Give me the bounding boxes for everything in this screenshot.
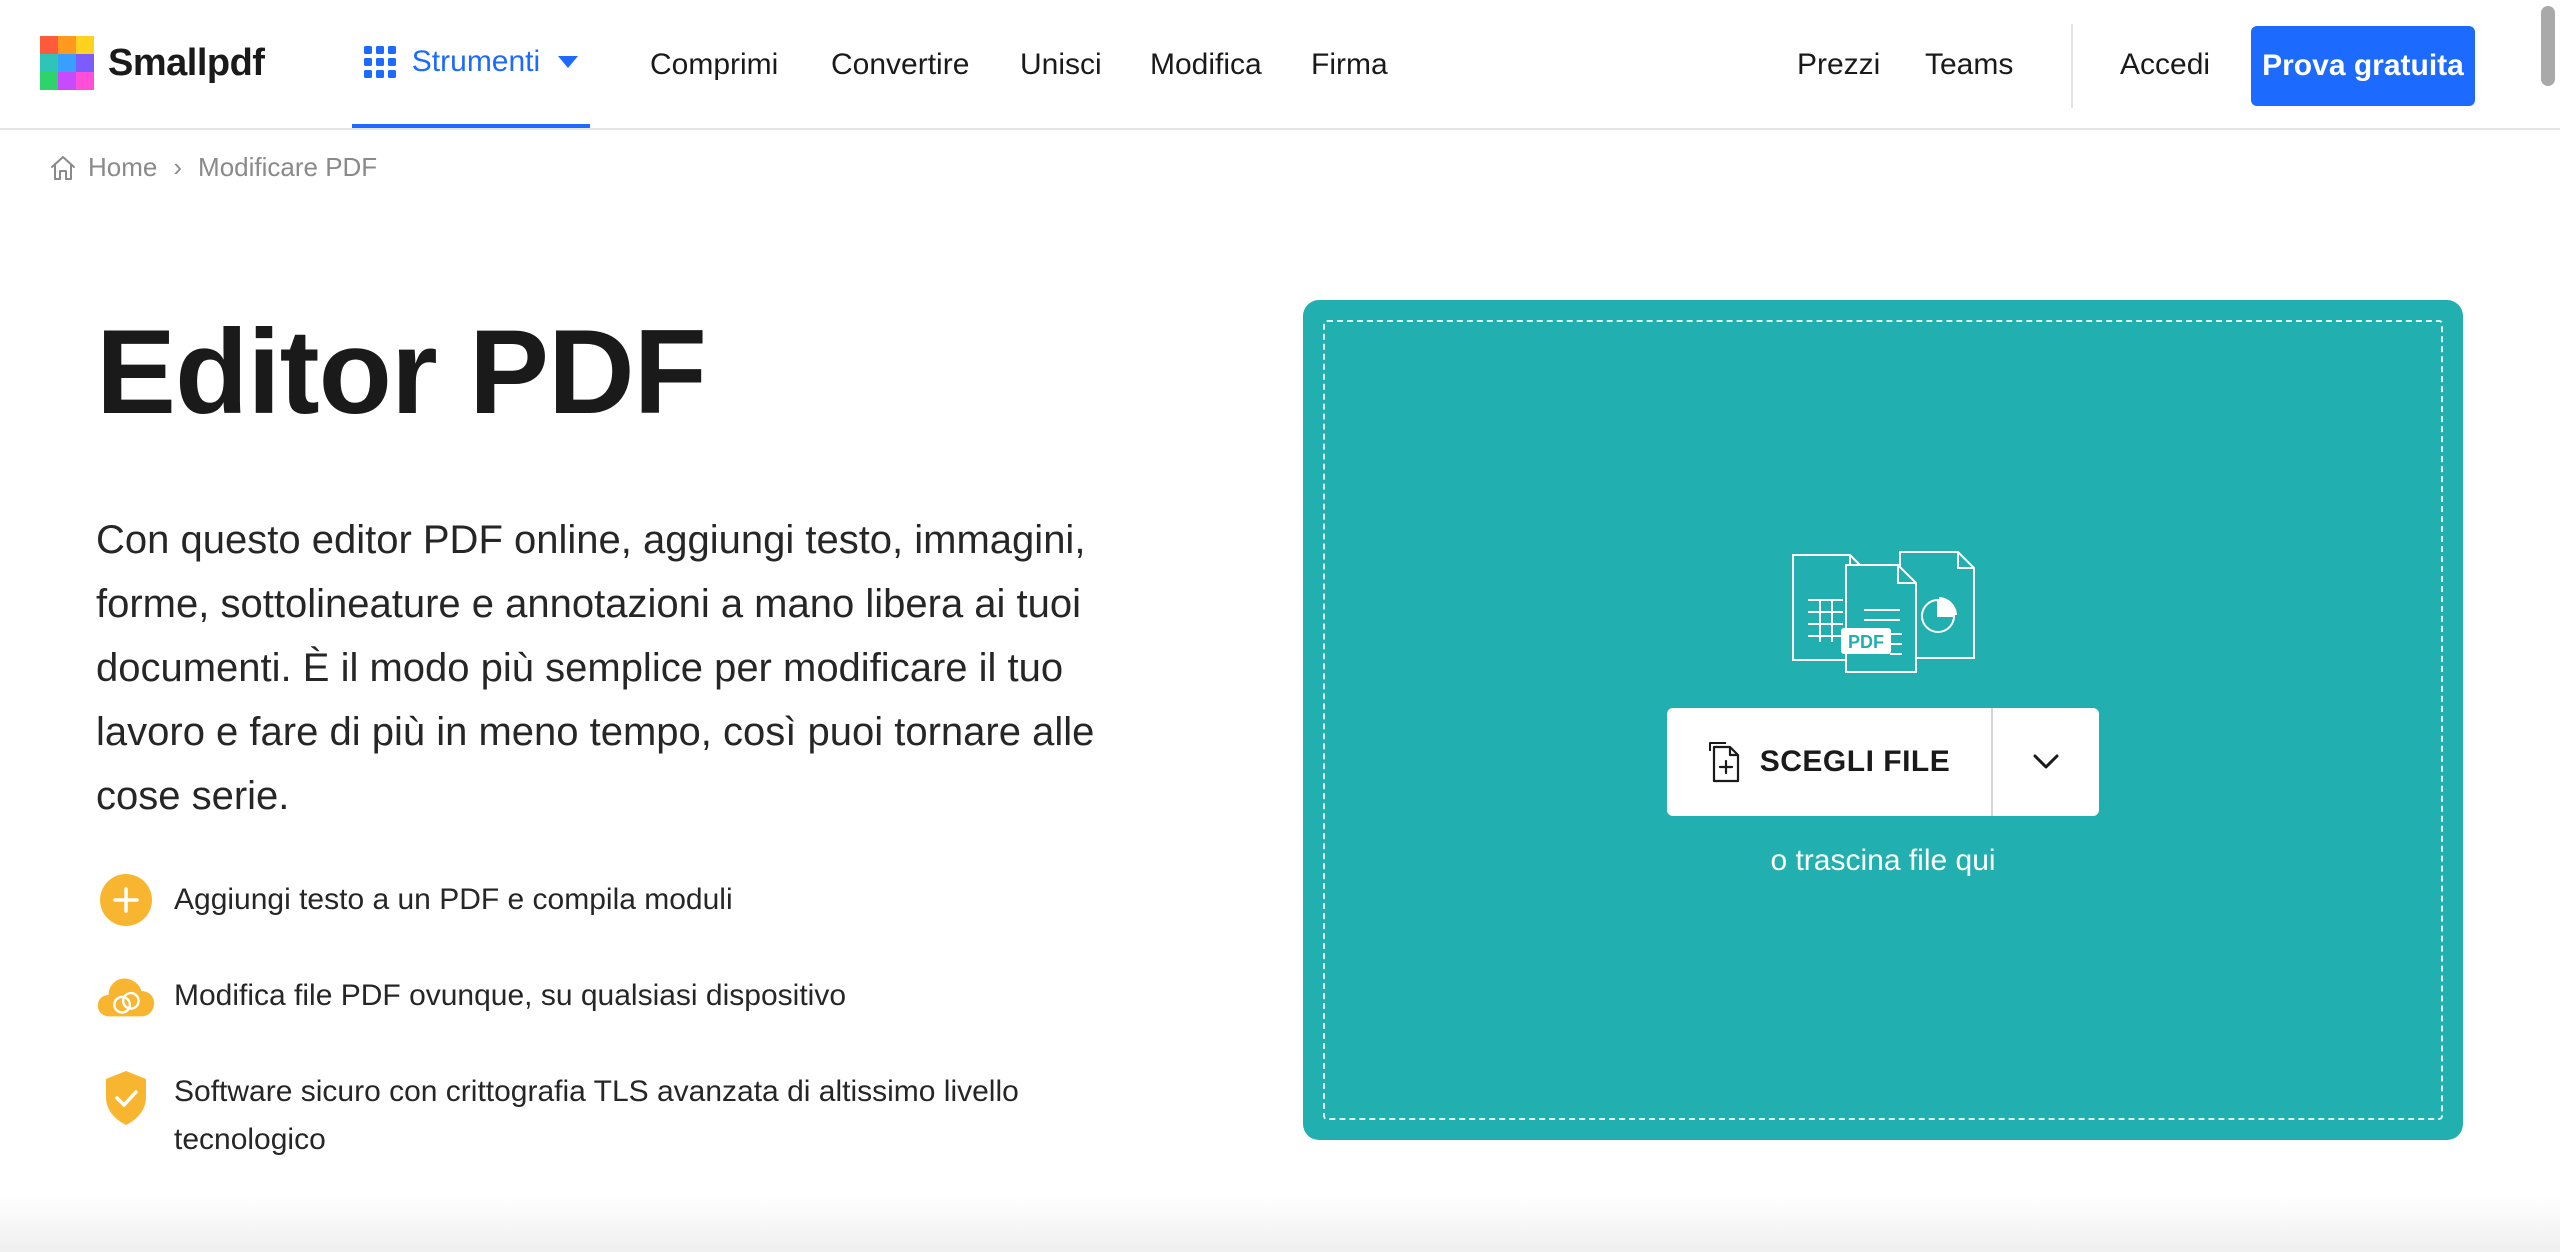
breadcrumb-home-link[interactable]: Home [88,152,157,183]
nav-link-firma[interactable]: Firma [1311,0,1388,130]
login-link[interactable]: Accedi [2120,0,2210,130]
feature-item: Software sicuro con crittografia TLS ava… [96,1068,1094,1164]
add-file-icon [1708,742,1739,783]
top-navigation-bar: Smallpdf Strumenti Comprimi Convertire U… [0,0,2560,130]
feature-text: Software sicuro con crittografia TLS ava… [174,1075,1019,1156]
page-bottom-edge [0,1196,2560,1252]
nav-divider [2071,24,2073,108]
pdf-label: PDF [1848,632,1884,652]
free-trial-button[interactable]: Prova gratuita [2251,26,2475,106]
nav-link-convertire[interactable]: Convertire [831,0,969,130]
smallpdf-logo-icon [40,36,94,90]
home-icon [51,155,75,180]
brand-name: Smallpdf [108,41,265,84]
nav-link-teams[interactable]: Teams [1925,0,2013,130]
nav-link-modifica[interactable]: Modifica [1150,0,1262,130]
breadcrumb-current: Modificare PDF [198,152,378,182]
cloud-sync-icon [96,966,156,1026]
page-scrollbar[interactable] [2541,6,2555,86]
plus-circle-icon [96,870,156,930]
page-title: Editor PDF [96,305,707,439]
nav-link-unisci[interactable]: Unisci [1020,0,1102,130]
nav-link-comprimi[interactable]: Comprimi [650,0,778,130]
feature-item: Aggiungi testo a un PDF e compila moduli [96,870,733,930]
smallpdf-logo[interactable]: Smallpdf [40,36,265,90]
choose-file-button[interactable]: SCEGLI FILE [1667,708,1991,816]
nav-link-prezzi[interactable]: Prezzi [1797,0,1880,130]
caret-down-icon [558,56,579,68]
page-description: Con questo editor PDF online, aggiungi t… [96,518,1095,818]
choose-source-dropdown-button[interactable] [1993,708,2099,816]
drag-drop-hint: o trascina file qui [1770,844,1996,877]
feature-text: Aggiungi testo a un PDF e compila moduli [174,883,733,916]
choose-file-control: SCEGLI FILE [1667,708,2099,816]
file-drop-zone[interactable]: PDF SCEGLI FILE o trascina file qui [1303,300,2463,1140]
choose-file-label: SCEGLI FILE [1759,745,1951,778]
breadcrumb-separator: › [173,152,183,182]
feature-text: Modifica file PDF ovunque, su qualsiasi … [174,979,846,1012]
documents-illustration-icon: PDF [1792,551,1975,673]
chevron-down-icon [2033,754,2059,769]
tools-menu-button[interactable]: Strumenti [352,0,590,128]
apps-grid-icon [363,46,396,78]
feature-item: Modifica file PDF ovunque, su qualsiasi … [96,966,846,1026]
tools-menu-label: Strumenti [411,45,541,78]
breadcrumb: Home › Modificare PDF [48,152,377,183]
shield-check-icon [96,1068,156,1128]
